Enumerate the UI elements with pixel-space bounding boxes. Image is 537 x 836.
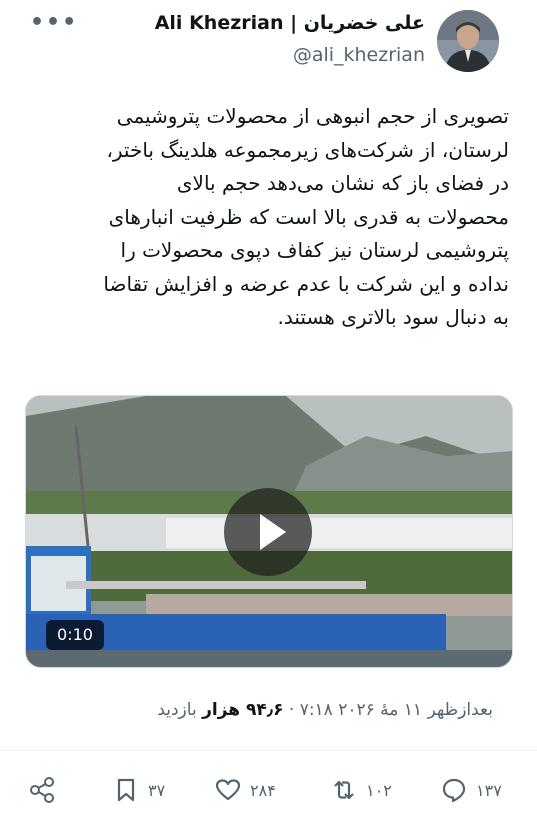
display-name-fa[interactable]: علی خضریان <box>304 12 425 34</box>
heart-icon <box>215 779 241 801</box>
reply-count: ۱۳۷ <box>476 780 502 800</box>
divider <box>0 750 537 751</box>
reply-button[interactable]: ۱۳۷ <box>440 770 502 810</box>
share-icon <box>30 777 54 803</box>
avatar[interactable] <box>437 10 499 72</box>
tweet-timestamp[interactable]: بعدازظهر ۱۱ مهٔ ۲۰۲۶ ۷:۱۸ <box>300 700 493 720</box>
video-player[interactable]: 0:10 <box>25 395 513 668</box>
display-name-en[interactable]: Ali Khezrian <box>155 12 284 34</box>
tweet-meta: بعدازظهر ۱۱ مهٔ ۲۰۲۶ ۷:۱۸ · ۹۴٫۶ هزار با… <box>157 700 493 720</box>
bookmark-count: ۳۷ <box>148 780 166 800</box>
meta-dot: · <box>283 700 300 720</box>
view-count: ۹۴٫۶ هزار <box>202 700 284 720</box>
like-button[interactable]: ۲۸۴ <box>214 770 276 810</box>
retweet-count: ۱۰۲ <box>366 780 392 800</box>
view-label: بازدید <box>157 700 203 720</box>
name-separator: | <box>290 12 298 34</box>
reply-icon <box>442 778 466 803</box>
more-options-button[interactable]: ••• <box>30 10 78 35</box>
bookmark-icon <box>117 778 135 802</box>
display-name[interactable]: Ali Khezrian | علی خضریان <box>155 12 425 34</box>
action-bar: ۳۷ ۲۸۴ ۱۰۲ ۱۳۷ <box>0 770 537 810</box>
retweet-button[interactable]: ۱۰۲ <box>330 770 392 810</box>
share-button[interactable] <box>28 770 56 810</box>
video-duration: 0:10 <box>46 620 104 650</box>
tweet-text: تصویری از حجم انبوهی از محصولات پتروشیمی… <box>103 104 509 329</box>
like-count: ۲۸۴ <box>250 780 276 800</box>
tweet-header: ••• Ali Khezrian | علی خضریان @ali_khezr… <box>0 0 537 80</box>
bookmark-button[interactable]: ۳۷ <box>112 770 165 810</box>
retweet-icon <box>334 780 354 800</box>
play-button[interactable] <box>224 488 312 576</box>
user-handle[interactable]: @ali_khezrian <box>293 44 425 66</box>
